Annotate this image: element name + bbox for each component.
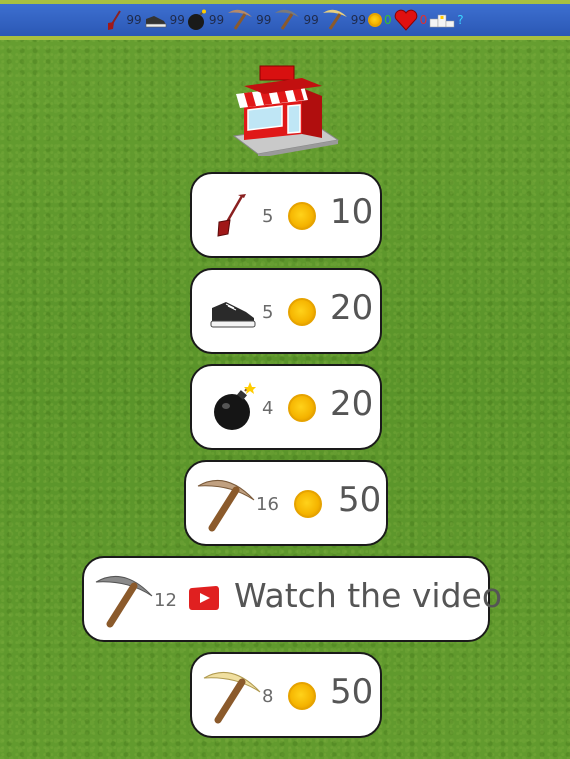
offer-quantity: 12	[154, 590, 177, 611]
pickaxe-gold-icon	[203, 671, 261, 724]
pickaxe-gold-icon	[322, 9, 347, 30]
coin-icon	[368, 13, 383, 27]
hud-pickaxe-gold-count: 99	[350, 13, 367, 27]
shop-offer-pickaxe-wood[interactable]: 16 50	[184, 460, 388, 546]
hud-lives-count: 0	[419, 13, 428, 27]
shop-building-icon	[232, 65, 340, 156]
hud-pickaxe-iron: 99	[273, 7, 319, 33]
pickaxe-iron-icon	[275, 9, 300, 30]
pickaxe-wood-icon	[228, 9, 253, 30]
offer-price: 50	[338, 480, 382, 520]
shovel-icon	[108, 10, 122, 30]
coin-icon	[294, 490, 322, 518]
leaderboard-icon[interactable]	[429, 12, 455, 28]
hud-pickaxe-iron-count: 99	[303, 13, 319, 27]
shop-offer-shovel[interactable]: 5 10	[190, 172, 382, 258]
offer-price: 10	[330, 192, 374, 232]
coin-icon	[288, 202, 316, 230]
offer-price: 20	[330, 384, 374, 424]
hud-shovel-count: 99	[126, 13, 142, 27]
hud-leaderboard-rank: ?	[457, 13, 464, 27]
shop-offer-bomb[interactable]: 4 20	[190, 364, 382, 450]
shovel-icon	[217, 194, 246, 237]
hud-shovel: 99	[106, 9, 142, 31]
hud-pickaxe-wood: 99	[226, 7, 271, 33]
coin-icon	[288, 394, 316, 422]
heart-icon	[394, 9, 417, 31]
offer-price: 50	[330, 672, 374, 712]
offer-quantity: 8	[262, 686, 274, 707]
hud-lives: 0	[394, 9, 428, 31]
bomb-icon	[187, 9, 206, 30]
hud-coins: 0	[368, 13, 392, 27]
shop-offer-sneakers[interactable]: 5 20	[190, 268, 382, 354]
hud-pickaxe-wood-count: 99	[256, 13, 272, 27]
shop-offer-pickaxe-gold[interactable]: 8 50	[190, 652, 382, 738]
offer-quantity: 5	[262, 302, 274, 323]
pickaxe-iron-icon	[95, 575, 153, 628]
hud-coins-count: 0	[384, 13, 392, 27]
coin-icon	[288, 298, 316, 326]
hud-leaderboard[interactable]: ?	[429, 12, 464, 28]
offer-price: 20	[330, 288, 374, 328]
offer-quantity: 16	[256, 494, 279, 515]
bomb-icon	[214, 382, 256, 430]
watch-video-label: Watch the video	[234, 576, 503, 615]
pickaxe-wood-icon	[197, 479, 255, 532]
top-hud-bar: 99 99 99 99 99 99 0 0 ?	[0, 0, 570, 40]
offer-quantity: 4	[262, 398, 274, 419]
hud-sneakers-count: 99	[169, 13, 185, 27]
hud-bomb-count: 99	[208, 13, 225, 27]
hud-pickaxe-gold: 99	[321, 7, 366, 33]
sneakers-icon	[145, 16, 166, 28]
video-play-icon	[189, 586, 219, 610]
sneakers-icon	[210, 302, 256, 328]
hud-bomb: 99	[187, 9, 224, 31]
offer-quantity: 5	[262, 206, 274, 227]
coin-icon	[288, 682, 316, 710]
shop-offer-pickaxe-iron-video[interactable]: 12 Watch the video	[82, 556, 502, 642]
hud-sneakers: 99	[144, 11, 185, 29]
